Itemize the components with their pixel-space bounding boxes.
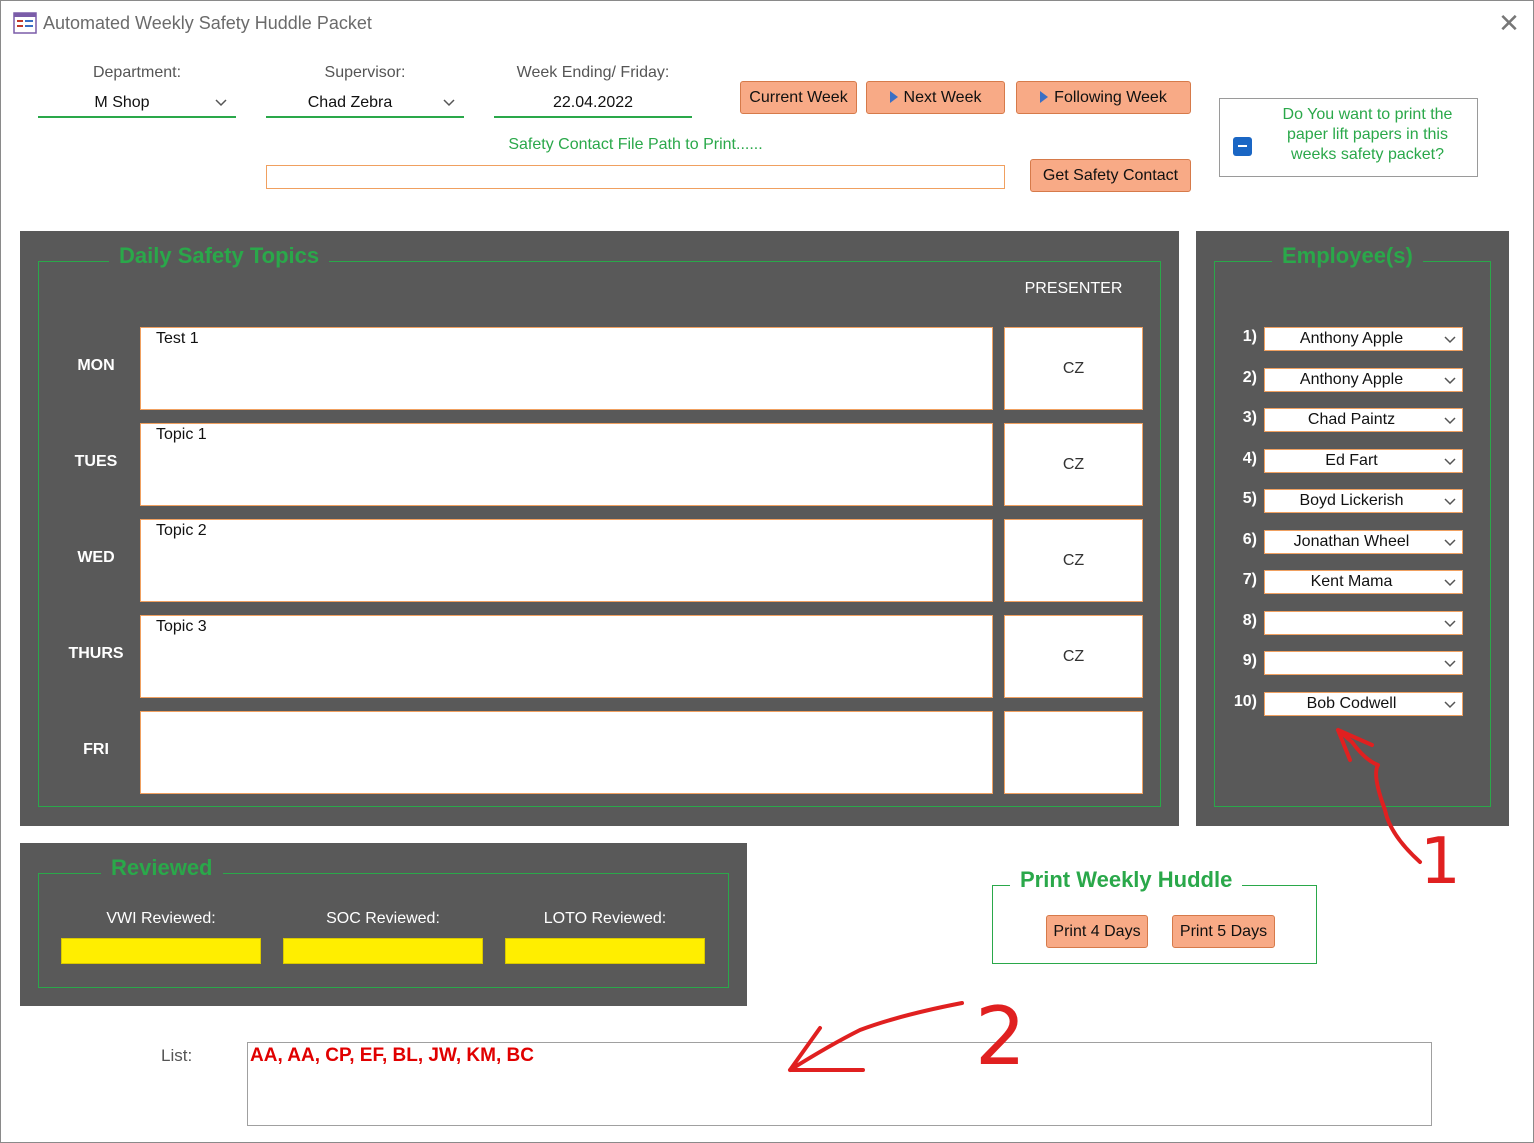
topic-input-thurs[interactable]: Topic 3: [140, 615, 993, 698]
reviewed-title: Reviewed: [101, 855, 223, 881]
employee-number: 3): [1242, 409, 1257, 426]
employee-name: Chad Paintz: [1307, 411, 1396, 428]
play-icon: [889, 91, 898, 103]
employee-name: Kent Mama: [1310, 573, 1393, 590]
employee-number: 2): [1242, 369, 1257, 386]
day-label-fri: FRI: [83, 741, 109, 758]
employee-name: Bob Codwell: [1306, 695, 1397, 712]
annotation-marker-1: 1: [1420, 825, 1461, 899]
topic-input-fri[interactable]: [140, 711, 993, 794]
presenter-input-mon[interactable]: CZ: [1004, 327, 1143, 410]
topic-input-mon[interactable]: Test 1: [140, 327, 993, 410]
list-label: List:: [161, 1046, 193, 1065]
list-textbox[interactable]: AA, AA, CP, EF, BL, JW, KM, BC: [247, 1042, 1432, 1126]
loto-reviewed-input[interactable]: [505, 938, 705, 964]
employee-name: Anthony Apple: [1299, 371, 1404, 388]
employee-number: 10): [1233, 693, 1257, 710]
employee-name: Anthony Apple: [1299, 330, 1404, 347]
employee-combo-9[interactable]: [1264, 651, 1463, 675]
topic-input-tues[interactable]: Topic 1: [140, 423, 993, 506]
safety-path-label: Safety Contact File Path to Print......: [508, 136, 763, 153]
presenter-input-tues[interactable]: CZ: [1004, 423, 1143, 506]
following-week-button[interactable]: Following Week: [1016, 81, 1191, 114]
week-ending-value: 22.04.2022: [552, 94, 634, 111]
print-4-days-button[interactable]: Print 4 Days: [1046, 915, 1148, 948]
employee-name: Ed Fart: [1325, 452, 1378, 469]
soc-reviewed-label: SOC Reviewed:: [326, 910, 440, 927]
day-label-tues: TUES: [74, 453, 118, 470]
vwi-reviewed-input[interactable]: [61, 938, 261, 964]
employee-combo-7[interactable]: Kent Mama: [1264, 570, 1463, 594]
employees-title: Employee(s): [1272, 243, 1423, 269]
day-label-thurs: THURS: [68, 645, 124, 662]
reviewed-frame: [38, 873, 729, 988]
employee-combo-8[interactable]: [1264, 611, 1463, 635]
employee-number: 4): [1242, 450, 1257, 467]
list-value: AA, AA, CP, EF, BL, JW, KM, BC: [250, 1045, 534, 1066]
employee-number: 7): [1242, 571, 1257, 588]
employee-number: 1): [1242, 328, 1257, 345]
presenter-input-thurs[interactable]: CZ: [1004, 615, 1143, 698]
presenter-input-fri[interactable]: [1004, 711, 1143, 794]
employee-combo-5[interactable]: Boyd Lickerish: [1264, 489, 1463, 513]
chevron-down-icon[interactable]: [1442, 655, 1458, 671]
print-lift-papers-checkbox[interactable]: [1233, 137, 1252, 156]
supervisor-combo[interactable]: Chad Zebra: [266, 90, 464, 118]
chevron-down-icon[interactable]: [1442, 493, 1458, 509]
department-value: M Shop: [94, 94, 150, 111]
employee-number: 8): [1242, 612, 1257, 629]
chevron-down-icon[interactable]: [1442, 574, 1458, 590]
following-week-label: Following Week: [1054, 89, 1167, 106]
print-5-days-button[interactable]: Print 5 Days: [1172, 915, 1275, 948]
week-ending-field[interactable]: 22.04.2022: [494, 90, 692, 118]
employee-number: 9): [1242, 652, 1257, 669]
print-huddle-title: Print Weekly Huddle: [1010, 867, 1243, 893]
supervisor-label: Supervisor:: [324, 64, 406, 81]
chevron-down-icon[interactable]: [1442, 331, 1458, 347]
employee-name: Jonathan Wheel: [1293, 533, 1410, 550]
presenter-header: PRESENTER: [1024, 280, 1123, 297]
employee-combo-3[interactable]: Chad Paintz: [1264, 408, 1463, 432]
play-icon: [1040, 91, 1049, 103]
close-icon[interactable]: ✕: [1494, 8, 1524, 38]
week-ending-label: Week Ending/ Friday:: [516, 64, 670, 81]
next-week-button[interactable]: Next Week: [866, 81, 1005, 114]
chevron-down-icon[interactable]: [1442, 412, 1458, 428]
chevron-down-icon[interactable]: [1442, 372, 1458, 388]
employee-name: Boyd Lickerish: [1299, 492, 1404, 509]
vwi-reviewed-label: VWI Reviewed:: [106, 910, 216, 927]
chevron-down-icon[interactable]: [1442, 615, 1458, 631]
chevron-down-icon[interactable]: [1442, 534, 1458, 550]
employee-combo-10[interactable]: Bob Codwell: [1264, 692, 1463, 716]
current-week-button[interactable]: Current Week: [740, 81, 857, 114]
loto-reviewed-label: LOTO Reviewed:: [543, 910, 667, 927]
print-lift-papers-option: Do You want to print the paper lift pape…: [1219, 98, 1478, 177]
topic-input-wed[interactable]: Topic 2: [140, 519, 993, 602]
employee-combo-4[interactable]: Ed Fart: [1264, 449, 1463, 473]
day-label-mon: MON: [77, 357, 115, 374]
form-icon: [13, 12, 37, 34]
chevron-down-icon[interactable]: [212, 93, 230, 111]
department-combo[interactable]: M Shop: [38, 90, 236, 118]
chevron-down-icon[interactable]: [1442, 453, 1458, 469]
employee-number: 5): [1242, 490, 1257, 507]
soc-reviewed-input[interactable]: [283, 938, 483, 964]
presenter-input-wed[interactable]: CZ: [1004, 519, 1143, 602]
window-title: Automated Weekly Safety Huddle Packet: [43, 13, 372, 33]
chevron-down-icon[interactable]: [1442, 696, 1458, 712]
employee-combo-2[interactable]: Anthony Apple: [1264, 368, 1463, 392]
department-label: Department:: [92, 64, 182, 81]
employee-combo-6[interactable]: Jonathan Wheel: [1264, 530, 1463, 554]
safety-path-input[interactable]: [266, 165, 1005, 189]
employee-combo-1[interactable]: Anthony Apple: [1264, 327, 1463, 351]
chevron-down-icon[interactable]: [440, 93, 458, 111]
print-lift-papers-question: Do You want to print the paper lift pape…: [1282, 106, 1453, 163]
supervisor-value: Chad Zebra: [307, 94, 393, 111]
employee-number: 6): [1242, 531, 1257, 548]
daily-topics-title: Daily Safety Topics: [109, 243, 330, 269]
day-label-wed: WED: [77, 549, 115, 566]
get-safety-contact-button[interactable]: Get Safety Contact: [1030, 159, 1191, 192]
next-week-label: Next Week: [903, 89, 982, 106]
